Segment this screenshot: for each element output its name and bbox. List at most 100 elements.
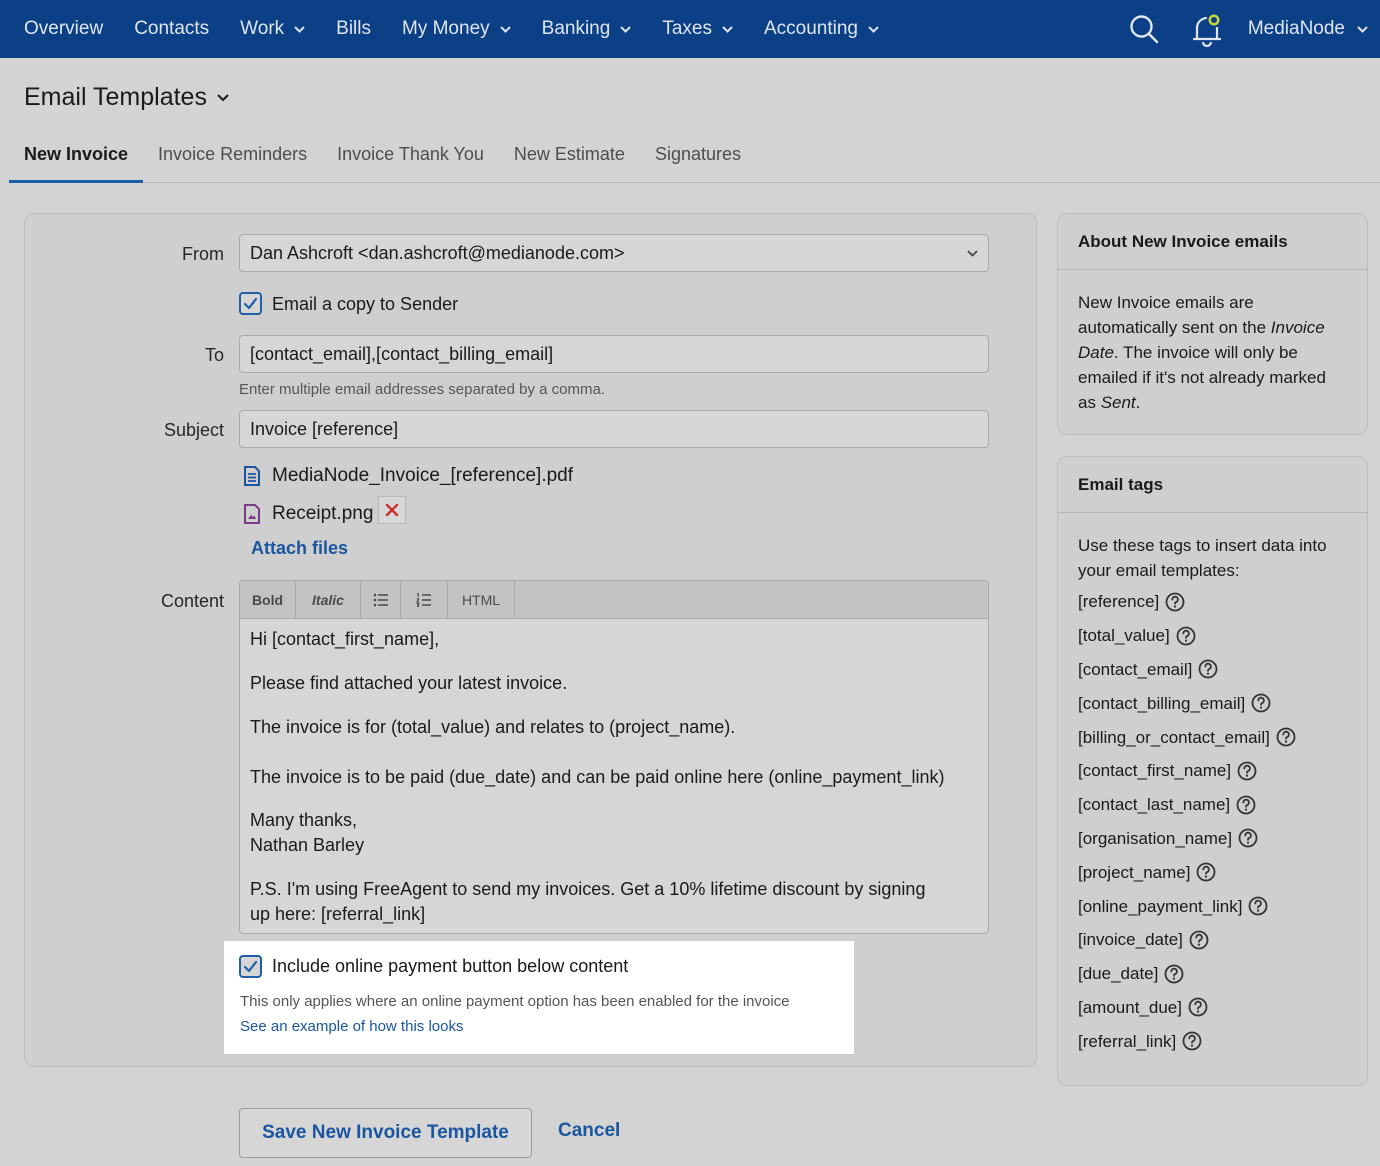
help-icon[interactable] — [1164, 964, 1184, 984]
nav-item-label: Contacts — [134, 18, 210, 39]
nav-item-label: Bills — [336, 18, 371, 39]
attach-files-link[interactable]: Attach files — [251, 538, 348, 559]
tag-label: [amount_due] — [1078, 997, 1182, 1017]
help-icon[interactable] — [1236, 795, 1256, 815]
tag-label: [online_payment_link] — [1078, 896, 1243, 916]
tag-list: [reference] [total_value] [contact_email] [… — [1078, 585, 1347, 1058]
see-example-link[interactable]: See an example of how this looks — [240, 1018, 463, 1035]
tag-label: [billing_or_contact_email] — [1078, 727, 1270, 747]
help-icon[interactable] — [1237, 761, 1257, 781]
help-icon[interactable] — [1188, 997, 1208, 1017]
payment-button-label: Include online payment button below cont… — [272, 956, 629, 976]
help-icon[interactable] — [1182, 1031, 1202, 1051]
attachment-item: MediaNode_Invoice_[reference].pdf — [243, 465, 573, 487]
tab-signatures[interactable]: Signatures — [640, 130, 756, 183]
top-navigation: Overview Contacts Work Bills My Money Ba… — [0, 0, 1380, 58]
tags-intro: Use these tags to insert data into your … — [1078, 536, 1327, 580]
nav-banking[interactable]: Banking — [542, 18, 632, 40]
checkmark-icon — [243, 960, 258, 973]
from-select[interactable]: Dan Ashcroft <dan.ashcroft@medianode.com… — [239, 234, 989, 272]
bold-button[interactable]: Bold — [240, 581, 296, 618]
tags-title: Email tags — [1058, 457, 1367, 513]
nav-my-money[interactable]: My Money — [402, 18, 511, 40]
document-icon — [244, 466, 260, 486]
html-button[interactable]: HTML — [448, 581, 515, 618]
about-text: New Invoice emails are automatically sen… — [1058, 270, 1367, 415]
nav-bills[interactable]: Bills — [336, 18, 371, 40]
help-icon[interactable] — [1251, 693, 1271, 713]
content-line: The invoice is for (total_value) and rel… — [250, 717, 736, 737]
save-template-button[interactable]: Save New Invoice Template — [239, 1108, 532, 1158]
nav-item-label: Accounting — [763, 18, 858, 39]
nav-item-label: Taxes — [662, 18, 712, 39]
tag-label: [project_name] — [1078, 862, 1191, 882]
tag-label: [organisation_name] — [1078, 828, 1233, 848]
tag-item: [organisation_name] — [1078, 822, 1347, 856]
tab-invoice-thank-you[interactable]: Invoice Thank You — [322, 130, 499, 183]
numbered-list-button[interactable] — [401, 581, 448, 618]
bullet-list-icon — [373, 593, 388, 606]
to-input[interactable]: [contact_email],[contact_billing_email] — [239, 335, 989, 373]
help-icon[interactable] — [1248, 896, 1268, 916]
nav-work[interactable]: Work — [240, 18, 305, 40]
subject-input[interactable]: Invoice [reference] — [239, 410, 989, 448]
nav-accounting[interactable]: Accounting — [764, 18, 879, 40]
tag-item: [project_name] — [1078, 855, 1347, 889]
chevron-down-icon — [499, 25, 511, 33]
content-editor[interactable]: Bold Italic HTML Hi [contact_first_name]… — [239, 580, 989, 934]
help-icon[interactable] — [1176, 626, 1196, 646]
nav-contacts[interactable]: Contacts — [134, 18, 209, 40]
tab-invoice-reminders[interactable]: Invoice Reminders — [143, 130, 322, 183]
search-icon[interactable] — [1129, 14, 1159, 44]
nav-item-label: Overview — [24, 18, 104, 39]
help-icon[interactable] — [1189, 930, 1209, 950]
content-line: The invoice is to be paid (due_date) and… — [250, 767, 945, 787]
chevron-down-icon — [217, 93, 229, 101]
help-icon[interactable] — [1165, 592, 1185, 612]
payment-button-option: Include online payment button below cont… — [224, 941, 854, 1054]
tag-label: [contact_last_name] — [1078, 795, 1231, 815]
attachment-name: Receipt.png — [272, 503, 374, 524]
content-text: Hi [contact_first_name], Please find att… — [240, 619, 988, 933]
attachment-name: MediaNode_Invoice_[reference].pdf — [272, 465, 574, 486]
about-card: About New Invoice emails New Invoice ema… — [1057, 213, 1368, 435]
about-text-emphasis: Sent — [1100, 393, 1136, 412]
payment-button-checkbox[interactable] — [239, 955, 262, 978]
tag-item: [reference] — [1078, 585, 1347, 619]
to-label: To — [204, 345, 224, 365]
help-icon[interactable] — [1196, 862, 1216, 882]
tag-item: [contact_last_name] — [1078, 788, 1347, 822]
help-icon[interactable] — [1276, 727, 1296, 747]
tab-new-estimate[interactable]: New Estimate — [499, 130, 640, 183]
template-tabs: New Invoice Invoice Reminders Invoice Th… — [9, 130, 1380, 183]
subject-value: Invoice [reference] — [250, 419, 399, 439]
bell-icon[interactable] — [1191, 11, 1223, 47]
close-icon — [386, 503, 399, 517]
tag-label: [contact_first_name] — [1078, 761, 1232, 781]
tag-item: [referral_link] — [1078, 1024, 1347, 1058]
copy-sender-label: Email a copy to Sender — [272, 294, 459, 314]
page-title-dropdown[interactable]: Email Templates — [24, 83, 229, 112]
tag-label: [contact_billing_email] — [1078, 693, 1246, 713]
copy-sender-checkbox[interactable] — [239, 292, 262, 315]
tab-new-invoice[interactable]: New Invoice — [9, 130, 144, 183]
italic-button[interactable]: Italic — [296, 581, 361, 618]
remove-attachment-button[interactable] — [378, 496, 407, 524]
help-icon[interactable] — [1238, 828, 1258, 848]
user-menu[interactable]: MediaNode — [1248, 18, 1368, 40]
about-text-part: New Invoice emails are automatically sen… — [1078, 293, 1271, 337]
numbered-list-icon — [416, 592, 431, 607]
attachment-item: Receipt.png — [243, 496, 407, 528]
tag-label: [due_date] — [1078, 964, 1159, 984]
cancel-button[interactable]: Cancel — [558, 1120, 620, 1142]
tag-label: [referral_link] — [1078, 1031, 1177, 1051]
chevron-down-icon — [868, 25, 879, 33]
nav-taxes[interactable]: Taxes — [662, 18, 733, 40]
nav-item-label: Work — [240, 18, 285, 39]
help-icon[interactable] — [1198, 659, 1218, 679]
tag-item: [amount_due] — [1078, 991, 1347, 1025]
to-hint: Enter multiple email addresses separated… — [239, 381, 606, 398]
nav-overview[interactable]: Overview — [24, 18, 103, 40]
bullet-list-button[interactable] — [361, 581, 401, 618]
content-greeting: Hi [contact_first_name], — [250, 629, 440, 649]
